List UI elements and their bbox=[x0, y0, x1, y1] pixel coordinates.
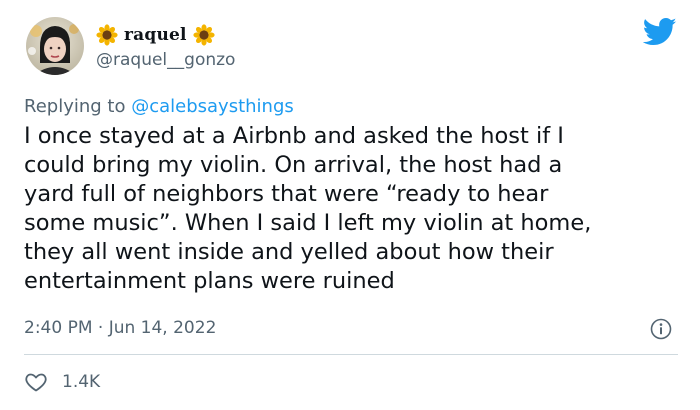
like-count: 1.4K bbox=[62, 372, 101, 392]
display-name: raquel bbox=[124, 25, 187, 45]
divider bbox=[24, 354, 678, 355]
author-handle[interactable]: @raquel__gonzo bbox=[96, 50, 235, 70]
avatar[interactable] bbox=[26, 17, 84, 75]
reply-mention-link[interactable]: @calebsaysthings bbox=[131, 96, 294, 117]
tweet-timestamp[interactable]: 2:40 PM · Jun 14, 2022 bbox=[24, 318, 216, 338]
sunflower-icon bbox=[193, 24, 215, 46]
author-name-row[interactable]: raquel bbox=[96, 22, 215, 48]
tweet-card: raquel @raquel__gonzo Replying to @caleb… bbox=[0, 0, 700, 410]
reply-context: Replying to @calebsaysthings bbox=[24, 96, 294, 117]
twitter-bird-icon[interactable] bbox=[643, 17, 677, 47]
sunflower-icon bbox=[96, 24, 118, 46]
info-icon[interactable] bbox=[650, 318, 672, 340]
heart-icon bbox=[25, 373, 47, 392]
tweet-text: I once stayed at a Airbnb and asked the … bbox=[24, 123, 592, 294]
reply-prefix: Replying to bbox=[24, 96, 126, 117]
like-button[interactable]: 1.4K bbox=[24, 370, 100, 394]
